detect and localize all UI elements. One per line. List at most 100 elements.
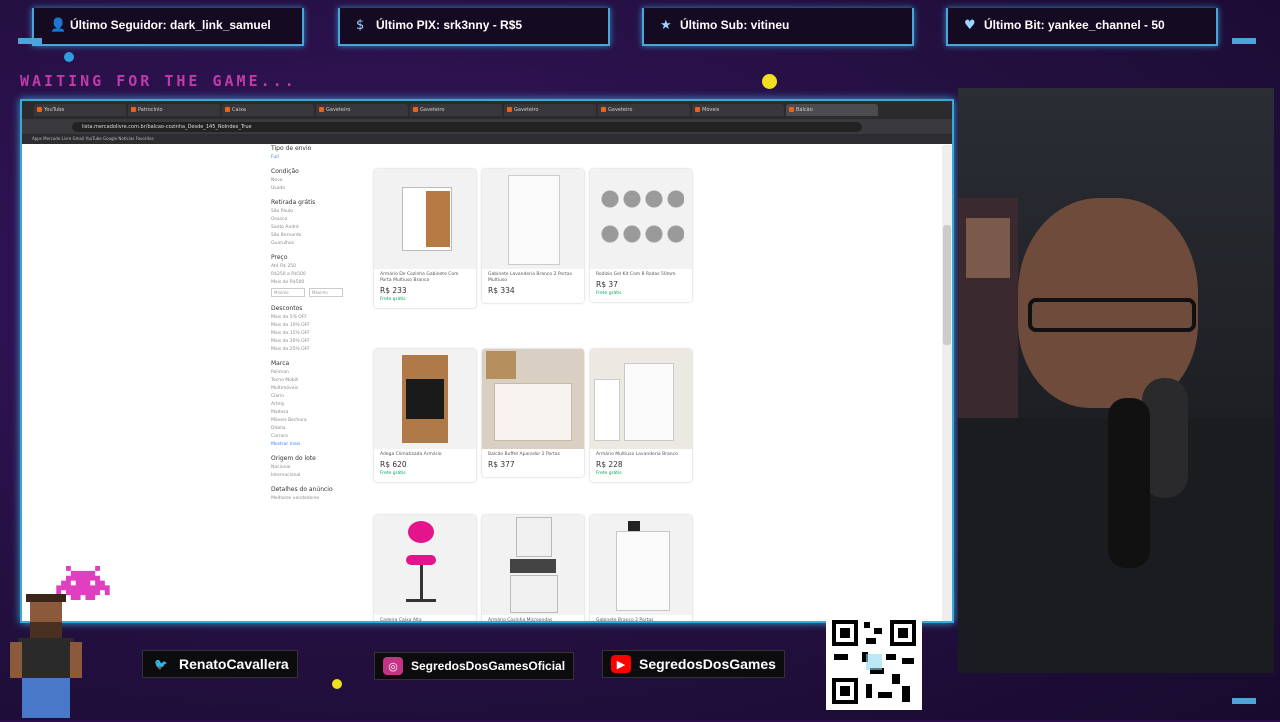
social-instagram: ◎ SegredosDosGamesOficial [374,652,575,680]
filter-option[interactable]: Mais de R$500 [271,280,371,285]
filter-option[interactable]: Mais de 20% OFF [271,339,371,344]
filter-option[interactable]: Melhores vendedores [271,496,371,501]
product-card[interactable]: Gabinete Lavanderia Branco 2 Portas Mult… [482,169,584,303]
alert-bit-text: Último Bit: yankee_channel - 50 [984,18,1165,32]
filter-option[interactable]: Móveis Bechara [271,418,371,423]
alert-sub: ★ Último Sub: vitineu [642,8,914,46]
product-card[interactable]: Cadeira Caixa Alta [374,515,476,621]
product-image[interactable] [482,349,584,449]
filter-option[interactable]: Poliman [271,370,371,375]
product-title[interactable]: Adega Climatizada Armário [374,449,476,458]
alert-pix: $ Último PIX: srk3nny - R$5 [338,8,610,46]
filter-group: Detalhes do anúncio Melhores vendedores [271,486,371,501]
product-card[interactable]: Armário Cozinha Microondas [482,515,584,621]
pixel-avatar-icon [6,594,86,718]
filter-group: Retirada grátis São Paulo Osasco Santo A… [271,199,371,246]
filter-option[interactable]: Nacional [271,465,371,470]
filter-option[interactable]: Mais de 25% OFF [271,347,371,352]
social-twitter: 🐦 RenatoCavallera [142,650,298,678]
product-card[interactable]: Adega Climatizada Armário R$ 620 Frete g… [374,349,476,482]
product-title[interactable]: Armário Multiuso Lavanderia Branco [590,449,692,458]
product-image[interactable] [590,349,692,449]
price-min-input[interactable]: Mínimo [271,288,305,297]
browser-tab[interactable]: YouTube [34,104,126,116]
address-bar: lista.mercadolivre.com.br/balcao-cozinha… [22,119,952,134]
show-more-link[interactable]: Mostrar mais [271,442,371,447]
product-shipping: Frete grátis [596,291,622,296]
qr-code [826,614,922,710]
filter-option[interactable]: Guarulhos [271,241,371,246]
product-title[interactable]: Armário De Cozinha Gabinete Com Porta Mu… [374,269,476,284]
product-shipping [482,297,584,303]
filter-option[interactable]: Tecno Mobili [271,378,371,383]
browser-tab[interactable]: Gaveteiro [598,104,690,116]
product-title[interactable]: Cadeira Caixa Alta [374,615,476,621]
filter-option[interactable]: Multimóveis [271,386,371,391]
filter-sidebar: Tipo de envio Full Condição Novo Usado R… [271,145,371,509]
filter-option[interactable]: Até R$ 250 [271,264,371,269]
product-card[interactable]: Gabinete Branco 2 Portas [590,515,692,621]
filter-option[interactable]: Full [271,155,371,160]
qr-label: livepix.gg/segredosdosgames [826,603,931,611]
browser-tab[interactable]: Gaveteiro [316,104,408,116]
product-image[interactable] [374,349,476,449]
product-title[interactable]: Gabinete Branco 2 Portas [590,615,692,621]
product-image[interactable] [590,169,692,269]
product-image[interactable] [374,169,476,269]
filter-group: Tipo de envio Full [271,145,371,160]
page-scrollbar[interactable] [942,145,952,621]
browser-tab[interactable]: Caixa [222,104,314,116]
filter-option[interactable]: Clarin [271,394,371,399]
product-title[interactable]: Armário Cozinha Microondas [482,615,584,621]
product-title[interactable]: Balcão Buffet Aparador 2 Portas [482,449,584,458]
product-card[interactable]: Rodízio Gel Kit Com 8 Rodas 50mm R$ 37 F… [590,169,692,302]
filter-option[interactable]: Osasco [271,217,371,222]
browser-tab[interactable]: Móveis [692,104,784,116]
product-card[interactable]: Armário De Cozinha Gabinete Com Porta Mu… [374,169,476,308]
filter-option[interactable]: R$250 a R$500 [271,272,371,277]
bookmarks-bar[interactable]: Apps Mercado Livre Gmail YouTube Google … [22,134,952,144]
tab-strip: YouTube Patrocínio Caixa Gaveteiro Gavet… [22,101,952,119]
browser-tab[interactable]: Gaveteiro [504,104,596,116]
filter-option[interactable]: Mais de 15% OFF [271,331,371,336]
filter-option[interactable]: Santo André [271,225,371,230]
alert-follower: 👤 Último Seguidor: dark_link_samuel [32,8,304,46]
heart-icon: ♥ [964,18,976,33]
filter-heading: Marca [271,360,290,367]
browser-tab[interactable]: Patrocínio [128,104,220,116]
product-card[interactable]: Armário Multiuso Lavanderia Branco R$ 22… [590,349,692,482]
filter-option[interactable]: Mais de 5% OFF [271,315,371,320]
filter-option[interactable]: São Paulo [271,209,371,214]
filter-group: Marca Poliman Tecno Mobili Multimóveis C… [271,360,371,447]
alert-bit: ♥ Último Bit: yankee_channel - 50 [946,8,1218,46]
product-card[interactable]: Balcão Buffet Aparador 2 Portas R$ 377 [482,349,584,477]
filter-option[interactable]: Madesa [271,410,371,415]
filter-option[interactable]: Mais de 10% OFF [271,323,371,328]
price-max-input[interactable]: Máximo [309,288,343,297]
product-image[interactable] [590,515,692,615]
product-shipping: Frete grátis [380,471,406,476]
product-shipping [482,471,584,477]
browser-tab-active[interactable]: Balcão [786,104,878,116]
filter-option[interactable]: Artely [271,402,371,407]
filter-heading: Origem do lote [271,455,316,462]
product-title[interactable]: Rodízio Gel Kit Com 8 Rodas 50mm [590,269,692,278]
url-input[interactable]: lista.mercadolivre.com.br/balcao-cozinha… [72,121,862,132]
product-title[interactable]: Gabinete Lavanderia Branco 2 Portas Mult… [482,269,584,284]
product-image[interactable] [482,169,584,269]
filter-option[interactable]: São Bernardo [271,233,371,238]
instagram-icon: ◎ [383,657,403,675]
filter-option[interactable]: Carraro [271,434,371,439]
filter-option[interactable]: Usado [271,186,371,191]
filter-option[interactable]: Ditalia [271,426,371,431]
browser-tab[interactable]: Gaveteiro [410,104,502,116]
filter-option[interactable]: Internacional [271,473,371,478]
product-image[interactable] [482,515,584,615]
product-image[interactable] [374,515,476,615]
star-icon: ★ [660,18,672,33]
filter-option[interactable]: Novo [271,178,371,183]
product-price: R$ 377 [488,460,515,469]
webcam-feed [958,88,1274,673]
alert-follower-text: Último Seguidor: dark_link_samuel [70,18,271,32]
decor-corner [1232,698,1256,704]
